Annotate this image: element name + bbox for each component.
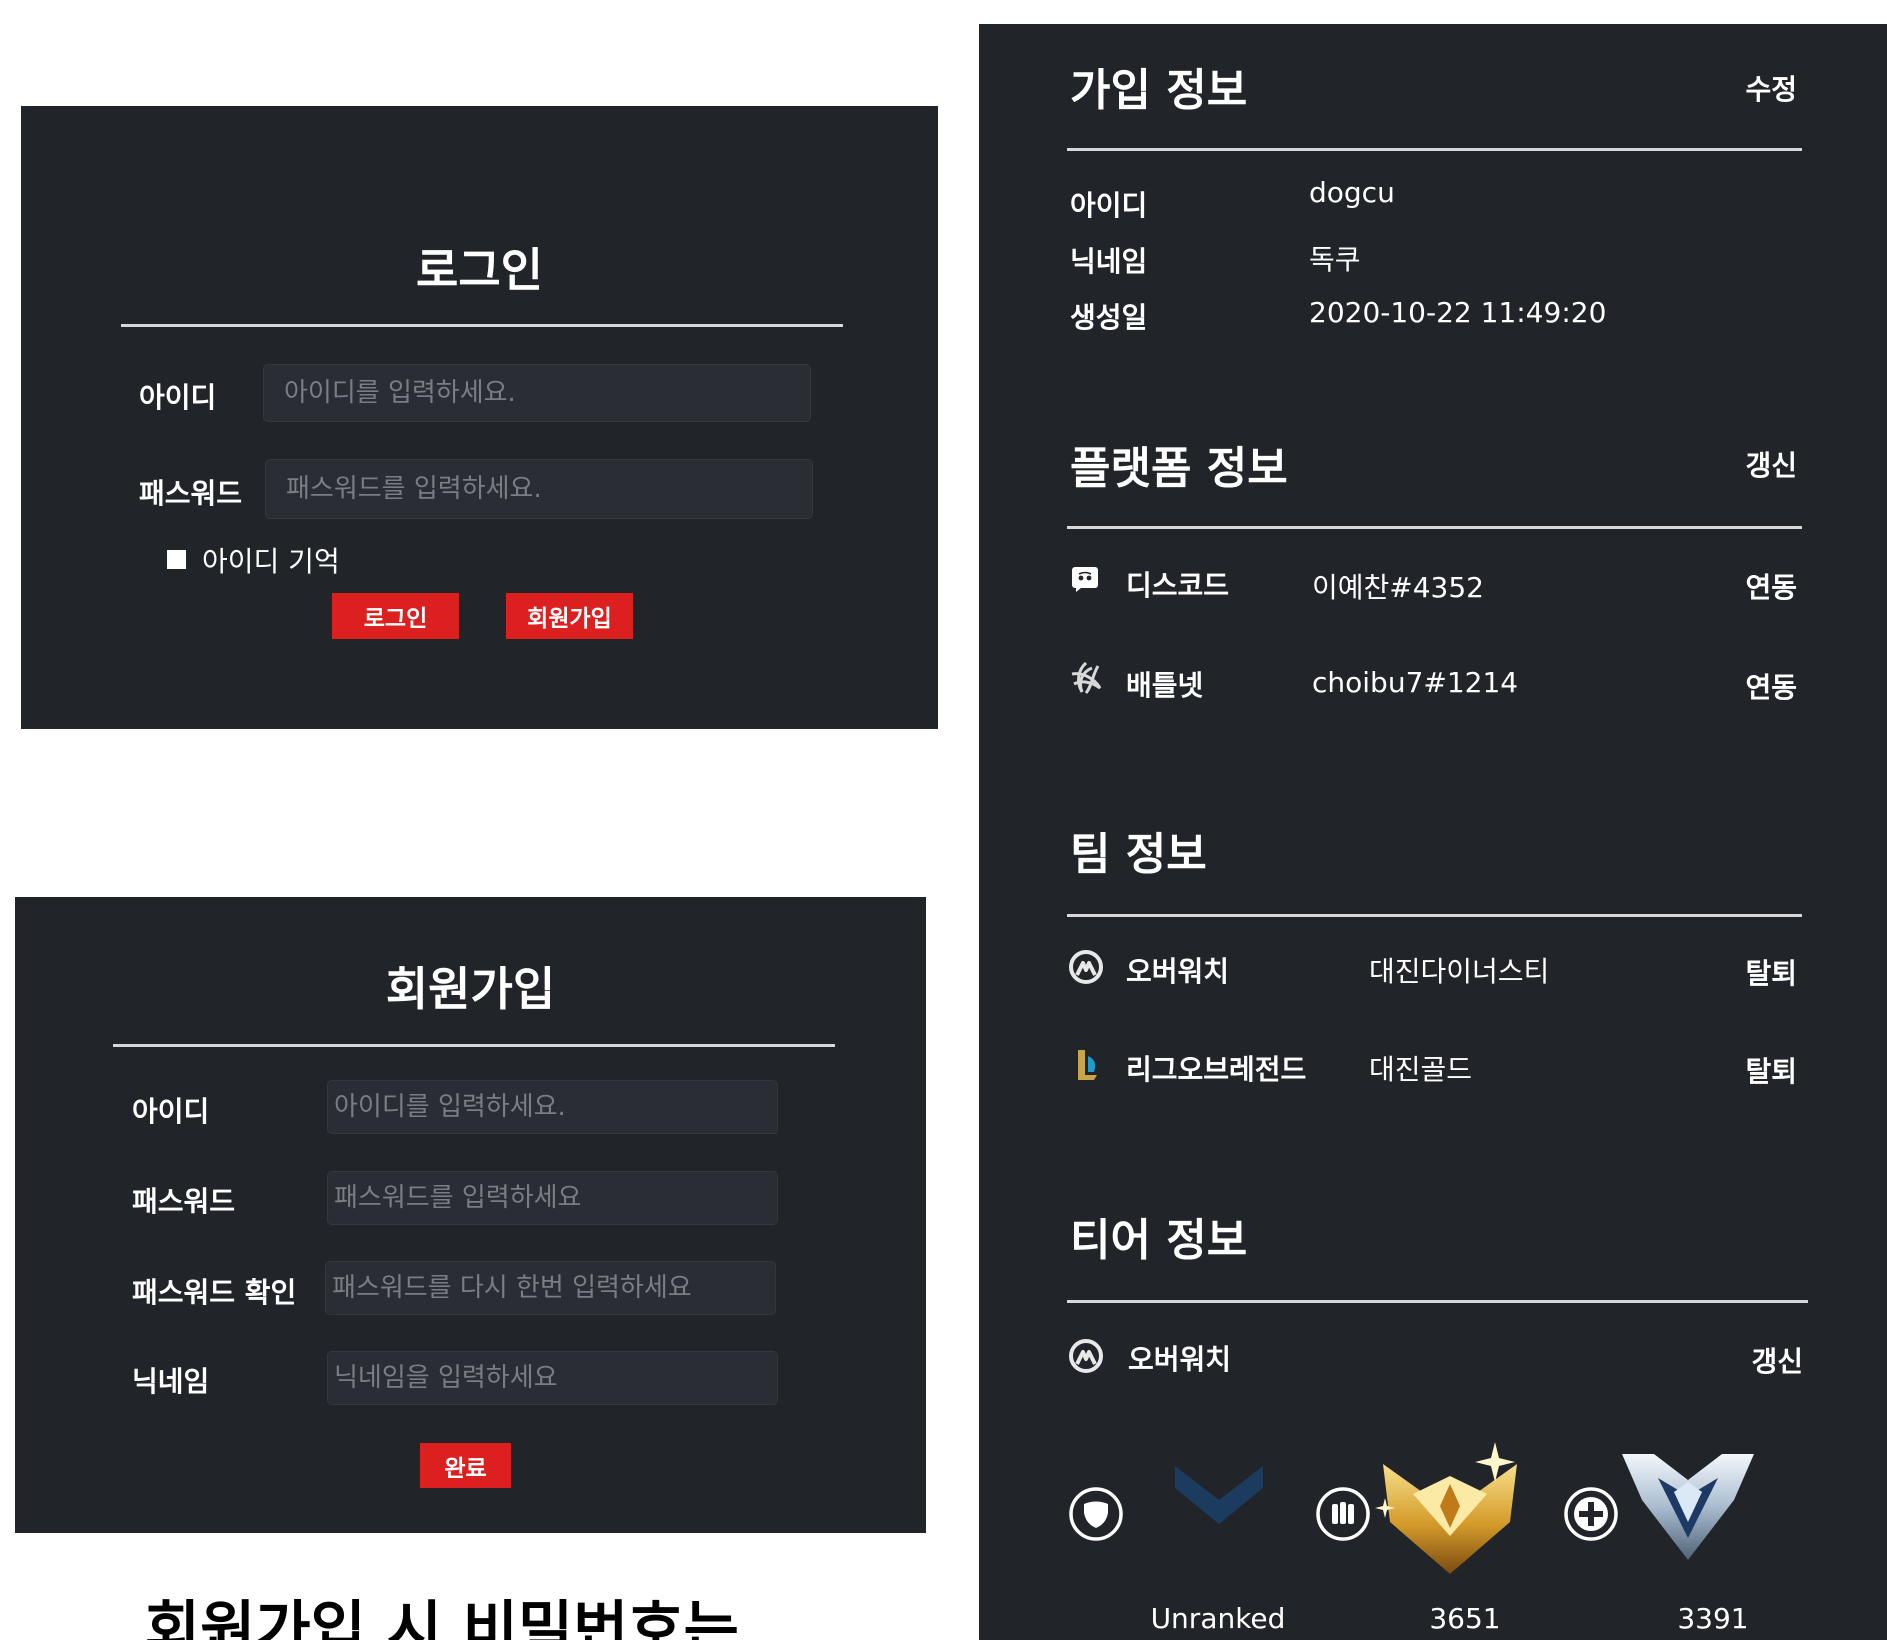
login-button[interactable]: 로그인	[332, 593, 459, 639]
master-rank-icon	[1375, 1442, 1517, 1574]
signup-pw-label: 패스워드	[132, 1185, 236, 1218]
signup-id-label: 아이디	[132, 1095, 210, 1128]
signup-panel: 회원가입 아이디 패스워드 패스워드 확인 닉네임 완료	[15, 897, 926, 1533]
platform-info-title: 플랫폼 정보	[1070, 443, 1288, 494]
join-divider	[1067, 148, 1802, 151]
join-created-label: 생성일	[1070, 301, 1148, 334]
damage-tier-value: 3651	[1429, 1602, 1501, 1635]
login-title: 로그인	[416, 243, 543, 297]
overwatch-icon	[1069, 950, 1103, 984]
battlenet-value: choibu7#1214	[1312, 666, 1519, 699]
profile-panel: 가입 정보 수정 아이디 dogcu 닉네임 독쿠 생성일 2020-10-22…	[979, 24, 1887, 1640]
discord-link-button[interactable]: 연동	[1745, 566, 1797, 606]
signup-id-input[interactable]	[327, 1080, 778, 1134]
join-info-title: 가입 정보	[1070, 65, 1248, 116]
signup-pw-input[interactable]	[327, 1171, 778, 1225]
team-overwatch-value: 대진다이너스티	[1369, 955, 1550, 988]
tank-tier-value: Unranked	[1150, 1602, 1286, 1635]
tier-info-title: 티어 정보	[1070, 1215, 1248, 1266]
team-info-title: 팀 정보	[1070, 829, 1207, 880]
tank-role-icon	[1069, 1487, 1123, 1541]
signup-done-button[interactable]: 완료	[420, 1443, 511, 1488]
login-title-divider	[121, 324, 843, 327]
login-pw-label: 패스워드	[139, 477, 243, 510]
login-pw-input[interactable]	[265, 459, 813, 519]
login-panel: 로그인 아이디 패스워드 아이디 기억 로그인 회원가입	[21, 106, 938, 729]
damage-role-icon	[1316, 1487, 1370, 1541]
signup-button[interactable]: 회원가입	[506, 593, 633, 639]
tier-divider	[1067, 1300, 1808, 1303]
team-lol-value: 대진골드	[1369, 1053, 1473, 1086]
diamond-rank-icon	[1622, 1454, 1754, 1560]
join-id-label: 아이디	[1070, 189, 1148, 222]
team-overwatch-leave-button[interactable]: 탈퇴	[1745, 952, 1797, 992]
discord-label: 디스코드	[1126, 569, 1230, 602]
discord-icon	[1072, 567, 1098, 592]
login-id-input[interactable]	[263, 364, 811, 422]
signup-pw-confirm-label: 패스워드 확인	[132, 1276, 297, 1309]
support-role-icon	[1564, 1487, 1618, 1541]
team-overwatch-label: 오버워치	[1126, 955, 1230, 988]
team-divider	[1067, 914, 1802, 917]
battlenet-icon	[1071, 661, 1102, 694]
signup-pw-confirm-input[interactable]	[325, 1261, 776, 1315]
signup-title-divider	[113, 1044, 835, 1047]
join-created-value: 2020-10-22 11:49:20	[1309, 296, 1607, 329]
unranked-icon	[1175, 1466, 1263, 1524]
caption-text: 회원가입 시 비밀번호는	[145, 1596, 739, 1640]
signup-title: 회원가입	[385, 962, 556, 1016]
team-lol-label: 리그오브레전드	[1126, 1053, 1307, 1086]
remember-id-label: 아이디 기억	[202, 545, 340, 578]
platform-refresh-button[interactable]: 갱신	[1745, 444, 1797, 484]
discord-value: 이예찬#4352	[1312, 571, 1484, 604]
join-edit-button[interactable]: 수정	[1745, 68, 1797, 108]
overwatch-icon	[1069, 1339, 1103, 1373]
remember-id-checkbox[interactable]	[167, 550, 186, 569]
league-of-legends-icon	[1078, 1050, 1097, 1080]
login-id-label: 아이디	[139, 381, 217, 414]
signup-nickname-input[interactable]	[327, 1351, 778, 1405]
signup-nickname-label: 닉네임	[132, 1365, 210, 1398]
team-lol-leave-button[interactable]: 탈퇴	[1745, 1050, 1797, 1090]
tier-game-label: 오버워치	[1128, 1343, 1232, 1376]
join-nickname-value: 독쿠	[1309, 243, 1361, 276]
join-id-value: dogcu	[1309, 176, 1395, 209]
battlenet-link-button[interactable]: 연동	[1745, 666, 1797, 706]
platform-divider	[1067, 526, 1802, 529]
join-nickname-label: 닉네임	[1070, 245, 1148, 278]
support-tier-value: 3391	[1677, 1602, 1749, 1635]
battlenet-label: 배틀넷	[1126, 669, 1204, 702]
tier-refresh-button[interactable]: 갱신	[1751, 1340, 1803, 1380]
